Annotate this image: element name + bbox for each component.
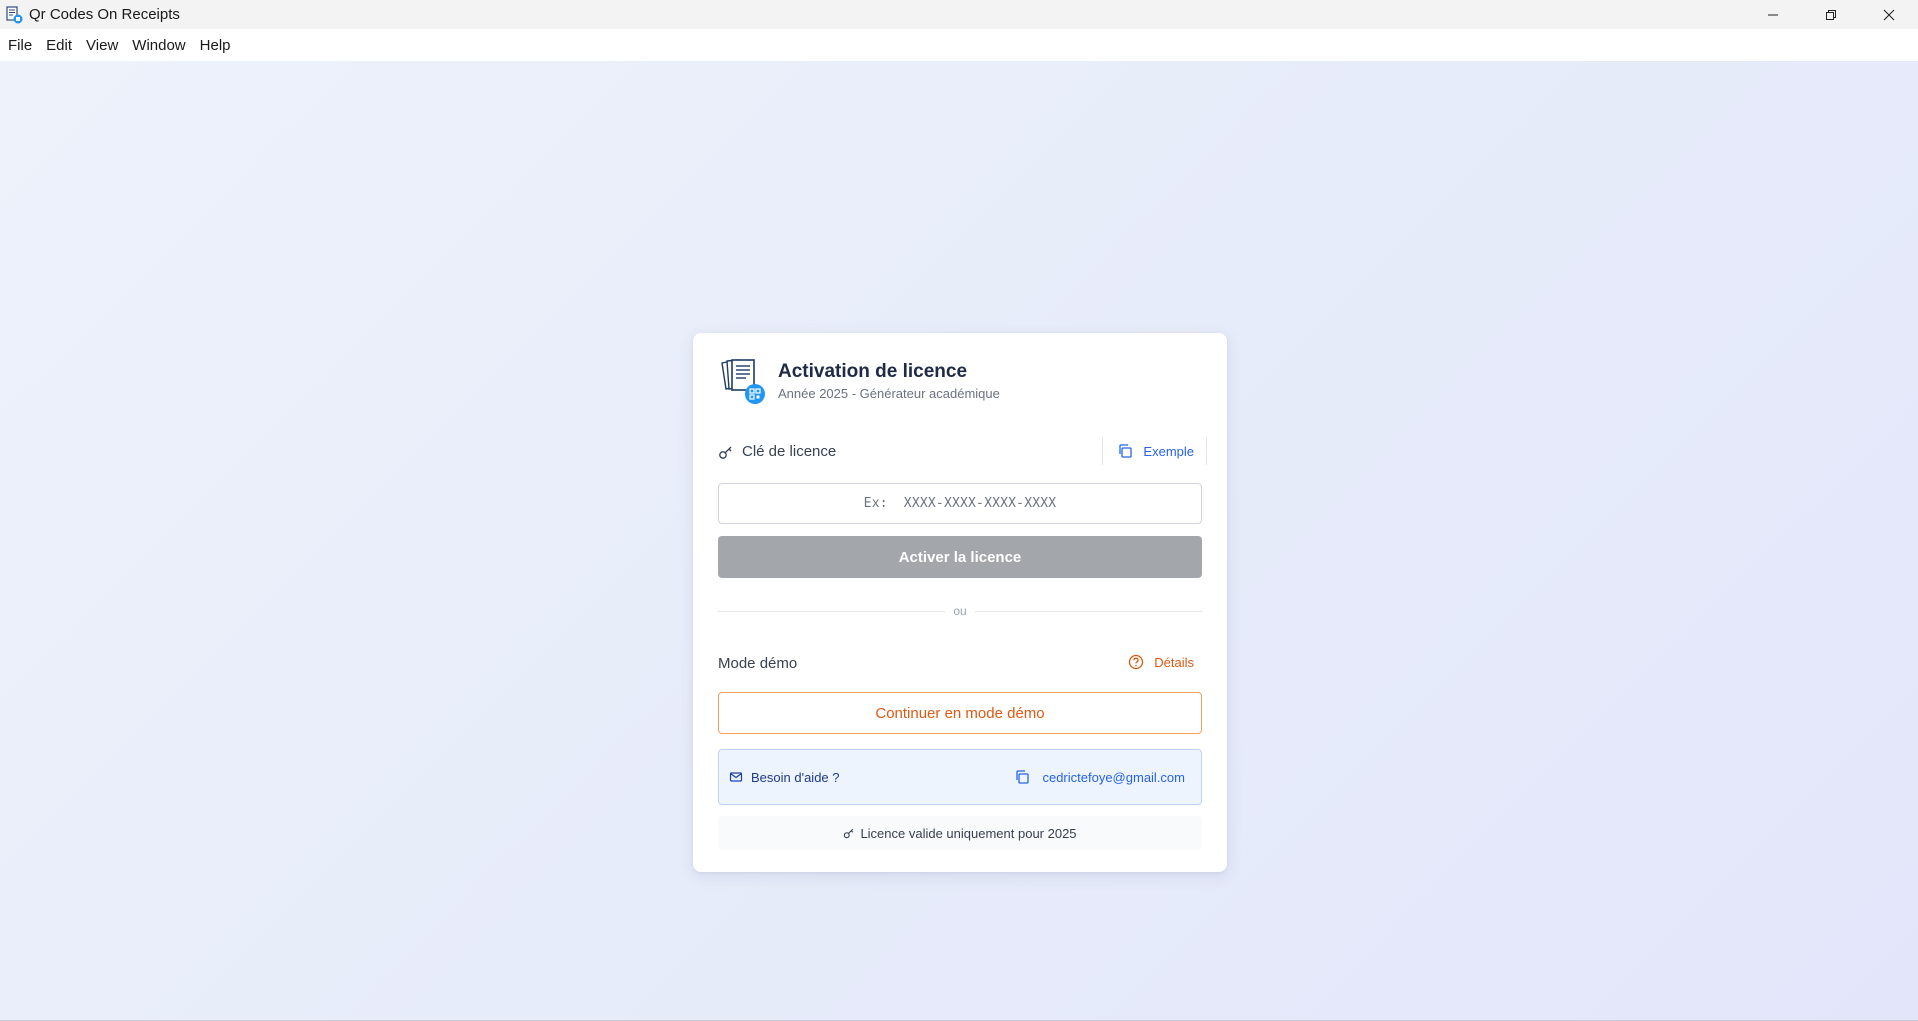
menu-edit[interactable]: Edit [46,35,72,56]
help-label: Besoin d'aide ? [751,769,840,785]
key-icon [843,827,855,839]
or-divider: ou [718,603,1203,619]
continue-demo-button[interactable]: Continuer en mode démo [718,692,1202,734]
copy-icon [1117,443,1133,459]
or-text: ou [953,604,967,618]
restore-button[interactable] [1802,0,1860,29]
details-label: Détails [1154,654,1194,670]
menu-help[interactable]: Help [200,35,231,56]
close-icon [1883,9,1895,20]
license-validity-note: Licence valide uniquement pour 2025 [718,816,1202,850]
help-circle-icon [1128,654,1144,670]
window-title: Qr Codes On Receipts [29,6,180,23]
example-label: Exemple [1143,443,1194,459]
license-key-label-row: Clé de licence [718,443,836,460]
main-content: Activation de licence Année 2025 - Génér… [0,61,1918,1020]
minimize-button[interactable] [1744,0,1802,29]
example-button[interactable]: Exemple [1102,437,1207,465]
menu-file[interactable]: File [8,35,32,56]
license-key-label: Clé de licence [742,443,837,460]
details-button[interactable]: Détails [1128,654,1194,670]
validity-text: Licence valide uniquement pour 2025 [860,825,1077,841]
minimize-icon [1768,14,1778,15]
qr-code-icon [745,384,765,404]
close-button[interactable] [1860,0,1918,29]
menu-window[interactable]: Window [132,35,185,56]
activate-license-button[interactable]: Activer la licence [718,536,1202,578]
demo-mode-label: Mode démo [718,655,798,672]
receipt-qr-logo [718,357,766,405]
card-header: Activation de licence Année 2025 - Génér… [718,357,1000,405]
copy-icon [1014,769,1030,785]
menu-view[interactable]: View [86,35,118,56]
license-activation-card: Activation de licence Année 2025 - Génér… [693,333,1227,872]
receipt-qr-icon [4,5,24,25]
help-box: Besoin d'aide ? cedrictefoye@gmail.com [718,749,1202,805]
mail-icon [729,770,743,784]
menu-bar: File Edit View Window Help [0,29,1918,61]
card-title: Activation de licence [778,361,968,382]
key-icon [718,443,735,460]
license-key-input[interactable] [718,483,1202,524]
support-email[interactable]: cedrictefoye@gmail.com [1042,770,1185,785]
copy-email-button[interactable]: cedrictefoye@gmail.com [1014,769,1185,785]
restore-icon [1826,9,1836,20]
card-subtitle: Année 2025 - Générateur académique [778,386,1000,401]
title-bar: Qr Codes On Receipts [0,0,1918,29]
